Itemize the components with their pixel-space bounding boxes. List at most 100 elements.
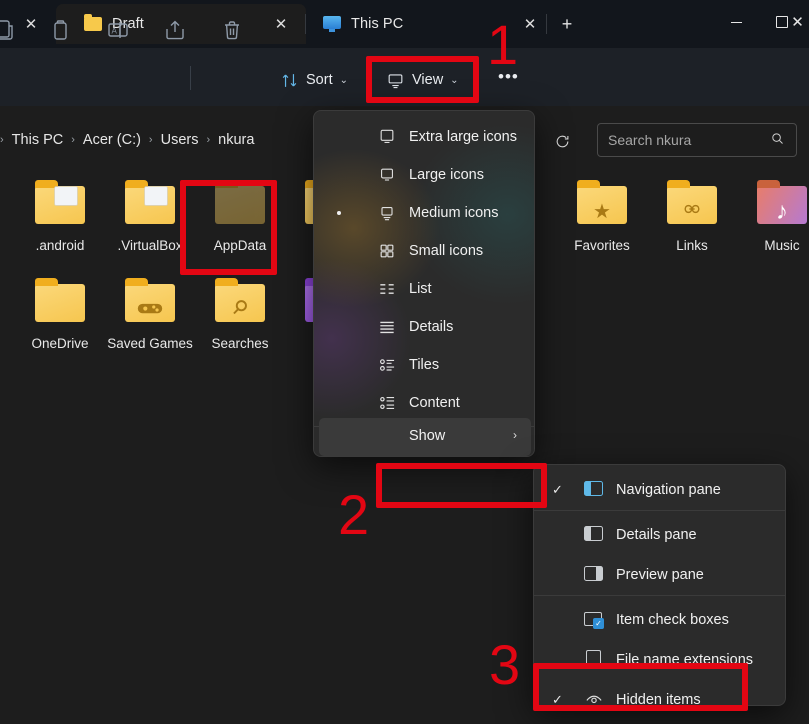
menu-item-label: Medium icons [409, 205, 498, 221]
tab-draft-close-button[interactable]: ✕ [270, 14, 292, 36]
list-item[interactable]: Links [642, 178, 742, 254]
tab-this-pc-close-button[interactable]: ✕ [519, 14, 541, 36]
folder-icon [84, 15, 102, 33]
menu-item-show[interactable]: Show › [319, 418, 531, 456]
check-icon: ✓ [552, 482, 563, 498]
annotation-number-3: 3 [489, 637, 520, 693]
breadcrumb-separator: › [71, 134, 75, 146]
menu-item-item-check-boxes[interactable]: ✓ Item check boxes [534, 600, 785, 640]
grid-small-icon [377, 241, 397, 261]
menu-item-preview-pane[interactable]: Preview pane [534, 555, 785, 595]
breadcrumb: › This PC › Acer (C:) › Users › nkura [0, 129, 254, 151]
search-input[interactable]: Search nkura [608, 132, 770, 148]
tiles-icon [377, 355, 397, 375]
menu-item-details-pane[interactable]: Details pane [534, 515, 785, 555]
menu-item-label: Content [409, 395, 460, 411]
tab-partial-close-button[interactable]: ✕ [20, 14, 42, 36]
list-item[interactable]: ★ Favorites [552, 178, 652, 254]
breadcrumb-item-acer-c[interactable]: Acer (C:) [83, 132, 141, 148]
selected-bullet-icon [337, 211, 341, 215]
menu-item-small-icons[interactable]: Small icons [314, 232, 534, 270]
menu-item-label: Details [409, 319, 453, 335]
folder-icon [660, 178, 724, 230]
delete-icon[interactable] [220, 18, 244, 42]
list-item-label: Music [732, 237, 809, 254]
sort-button[interactable]: Sort ⌄ [280, 67, 348, 93]
close-window-button[interactable]: ✕ [786, 0, 809, 44]
link-icon [667, 199, 717, 225]
details-pane-icon [584, 525, 604, 545]
menu-item-label: Tiles [409, 357, 439, 373]
list-item[interactable]: ♪ Music [732, 178, 809, 254]
menu-item-navigation-pane[interactable]: ✓ Navigation pane [534, 470, 785, 510]
copy-icon[interactable] [48, 18, 72, 42]
menu-item-large-icons[interactable]: Large icons [314, 156, 534, 194]
menu-item-label: Details pane [616, 527, 697, 543]
menu-item-label: Preview pane [616, 567, 704, 583]
folder-icon [28, 178, 92, 230]
menu-item-extra-large-icons[interactable]: Extra large icons [314, 118, 534, 156]
preview-pane-icon [584, 565, 604, 585]
svg-text:A: A [112, 26, 118, 35]
minimize-button[interactable] [713, 0, 759, 44]
tab-this-pc-label: This PC [351, 16, 403, 32]
tab-separator [546, 14, 547, 34]
menu-item-tiles[interactable]: Tiles [314, 346, 534, 384]
folder-icon [208, 276, 272, 328]
folder-icon [118, 178, 182, 230]
list-item[interactable]: Saved Games [100, 276, 200, 352]
checkbox-folder-icon: ✓ [584, 610, 604, 630]
chevron-down-icon: ⌄ [340, 75, 348, 86]
annotation-number-1: 1 [487, 17, 518, 73]
gamepad-icon [125, 297, 175, 323]
folder-icon [28, 276, 92, 328]
folder-icon: ★ [570, 178, 634, 230]
menu-item-label: Large icons [409, 167, 484, 183]
music-note-icon: ♪ [757, 199, 807, 225]
tab-separator [305, 14, 306, 34]
menu-item-label: List [409, 281, 432, 297]
breadcrumb-separator: › [206, 134, 210, 146]
rename-icon[interactable]: A [106, 18, 130, 42]
chevron-right-icon: › [513, 428, 517, 442]
list-item-label: Links [642, 237, 742, 254]
annotation-box-hidden-items [533, 663, 748, 711]
search-box[interactable]: Search nkura [597, 123, 797, 157]
annotation-number-2: 2 [338, 487, 369, 543]
menu-divider [534, 595, 785, 596]
list-icon [377, 279, 397, 299]
folder-icon [118, 276, 182, 328]
annotation-box-appdata [180, 180, 277, 275]
star-icon: ★ [577, 199, 627, 225]
menu-item-label: Navigation pane [616, 482, 721, 498]
monitor-md-icon [377, 203, 397, 223]
menu-item-medium-icons[interactable]: Medium icons [314, 194, 534, 232]
breadcrumb-item-nkura[interactable]: nkura [218, 132, 254, 148]
content-icon [377, 393, 397, 413]
breadcrumb-separator: › [149, 134, 153, 146]
cut-icon[interactable] [0, 18, 16, 42]
list-item[interactable]: Searches [190, 276, 290, 352]
refresh-button[interactable] [545, 124, 579, 158]
menu-item-label: Item check boxes [616, 612, 729, 628]
monitor-lg-icon [377, 165, 397, 185]
menu-item-label: Show [409, 428, 445, 444]
menu-item-list[interactable]: List [314, 270, 534, 308]
view-dropdown-menu: Extra large icons Large icons Medium ic [313, 110, 535, 457]
menu-item-label: Small icons [409, 243, 483, 259]
list-item-label: .android [10, 237, 110, 254]
annotation-box-show-item [376, 463, 547, 508]
menu-item-details[interactable]: Details [314, 308, 534, 346]
folder-icon: ♪ [750, 178, 809, 230]
list-item[interactable]: .android [10, 178, 110, 254]
new-tab-button[interactable]: + [556, 14, 578, 36]
breadcrumb-item-users[interactable]: Users [161, 132, 199, 148]
list-item[interactable]: OneDrive [10, 276, 110, 352]
monitor-xl-icon [377, 127, 397, 147]
share-icon[interactable] [163, 18, 187, 42]
menu-item-content[interactable]: Content [314, 384, 534, 422]
details-icon [377, 317, 397, 337]
breadcrumb-item-this-pc[interactable]: This PC [12, 132, 64, 148]
nav-pane-icon [584, 480, 604, 500]
list-item-label: Saved Games [100, 335, 200, 352]
